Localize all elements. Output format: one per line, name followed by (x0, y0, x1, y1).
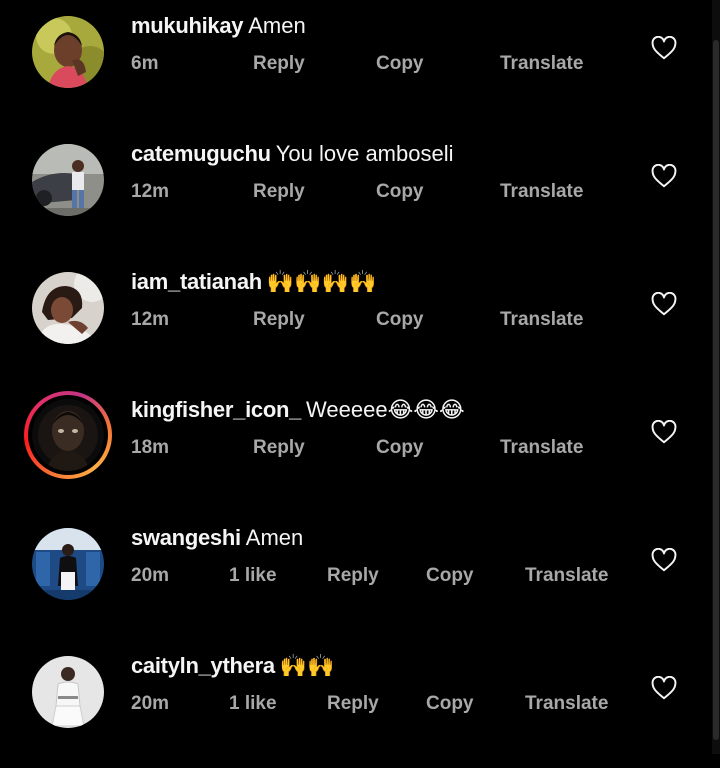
comment-time: 6m (131, 53, 159, 74)
heart-outline-icon[interactable] (651, 36, 677, 60)
reply-button[interactable]: Reply (253, 180, 305, 204)
comment-line: iam_tatianah 🙌🙌🙌🙌 (131, 268, 376, 296)
reply-button[interactable]: Reply (253, 52, 305, 76)
comment-line: mukuhikay Amen (131, 12, 306, 40)
avatar[interactable] (32, 272, 104, 344)
comment-item: mukuhikay Amen 6m Reply Copy Translate (0, 0, 712, 128)
avatar (28, 395, 108, 475)
avatar[interactable] (32, 16, 104, 88)
translate-button[interactable]: Translate (500, 308, 583, 332)
copy-button[interactable]: Copy (376, 308, 424, 332)
comment-line: kingfisher_icon_ Weeeee😂😂😂 (131, 396, 465, 424)
copy-button[interactable]: Copy (426, 692, 474, 716)
comment-line: swangeshi Amen (131, 524, 303, 552)
scrollbar[interactable] (712, 0, 720, 754)
reply-button[interactable]: Reply (327, 692, 379, 716)
comment-username[interactable]: caityln_ythera (131, 653, 275, 678)
copy-button[interactable]: Copy (376, 52, 424, 76)
comment-item: caityln_ythera 🙌🙌 20m 1 like Reply Copy T… (0, 640, 712, 768)
likes-count[interactable]: 1 like (229, 564, 277, 588)
avatar[interactable] (32, 656, 104, 728)
avatar[interactable] (32, 144, 104, 216)
avatar-story-ring[interactable] (24, 391, 112, 479)
avatar[interactable] (32, 528, 104, 600)
comment-text: Amen (245, 525, 304, 550)
reply-button[interactable]: Reply (253, 308, 305, 332)
translate-button[interactable]: Translate (500, 180, 583, 204)
copy-button[interactable]: Copy (376, 180, 424, 204)
comment-line: catemuguchu You love amboseli (131, 140, 454, 168)
translate-button[interactable]: Translate (500, 436, 583, 460)
comment-item: catemuguchu You love amboseli 12m Reply C… (0, 128, 712, 256)
likes-count[interactable]: 1 like (229, 692, 277, 716)
heart-outline-icon[interactable] (651, 164, 677, 188)
heart-outline-icon[interactable] (651, 420, 677, 444)
comment-item: swangeshi Amen 20m 1 like Reply Copy Tran… (0, 512, 712, 640)
comment-username[interactable]: iam_tatianah (131, 269, 262, 294)
comment-item: kingfisher_icon_ Weeeee😂😂😂 18m Reply Copy… (0, 384, 712, 512)
heart-outline-icon[interactable] (651, 676, 677, 700)
scrollbar-thumb[interactable] (713, 40, 719, 740)
comment-line: caityln_ythera 🙌🙌 (131, 652, 335, 680)
heart-outline-icon[interactable] (651, 292, 677, 316)
comment-text: 🙌🙌🙌🙌 (266, 269, 377, 294)
translate-button[interactable]: Translate (500, 52, 583, 76)
comment-text: You love amboseli (275, 141, 454, 166)
comment-username[interactable]: kingfisher_icon_ (131, 397, 301, 422)
translate-button[interactable]: Translate (525, 692, 608, 716)
comment-text: 🙌🙌 (279, 653, 335, 678)
comment-text: Weeeee😂😂😂 (306, 397, 465, 422)
comment-username[interactable]: catemuguchu (131, 141, 271, 166)
comment-time: 20m (131, 693, 170, 714)
comment-text: Amen (248, 13, 306, 38)
comment-time: 18m (131, 437, 170, 458)
comment-time: 12m (131, 309, 170, 330)
comment-username[interactable]: swangeshi (131, 525, 241, 550)
heart-outline-icon[interactable] (651, 548, 677, 572)
comment-username[interactable]: mukuhikay (131, 13, 244, 38)
translate-button[interactable]: Translate (525, 564, 608, 588)
copy-button[interactable]: Copy (376, 436, 424, 460)
comment-item: iam_tatianah 🙌🙌🙌🙌 12m Reply Copy Translat… (0, 256, 712, 384)
comment-time: 12m (131, 181, 170, 202)
copy-button[interactable]: Copy (426, 564, 474, 588)
reply-button[interactable]: Reply (327, 564, 379, 588)
comment-time: 20m (131, 565, 170, 586)
reply-button[interactable]: Reply (253, 436, 305, 460)
